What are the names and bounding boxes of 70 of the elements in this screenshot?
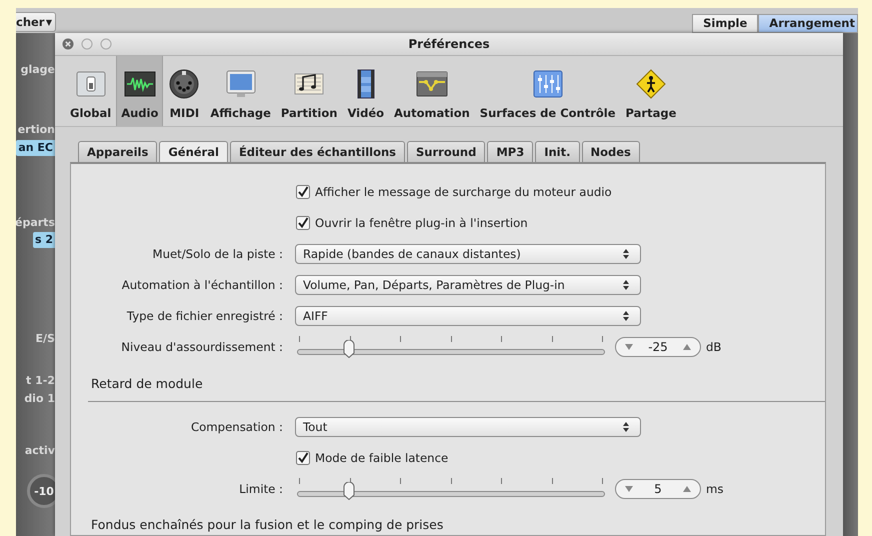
- strip-label: dio 1: [24, 392, 55, 406]
- popup-menu[interactable]: Rapide (bandes de canaux distantes): [295, 244, 641, 264]
- tab[interactable]: Init.: [535, 141, 580, 162]
- down-arrow-icon[interactable]: [625, 486, 633, 492]
- strip-label: activ: [24, 444, 55, 458]
- slider[interactable]: [297, 478, 605, 500]
- minimize-button[interactable]: [81, 38, 93, 50]
- tab[interactable]: MP3: [487, 141, 534, 162]
- walking-figure-icon: [634, 68, 667, 100]
- down-arrow-icon[interactable]: [625, 344, 633, 350]
- tab[interactable]: Éditeur des échantillons: [230, 141, 406, 162]
- up-arrow-icon[interactable]: [683, 486, 691, 492]
- strip-label: glage: [20, 63, 55, 77]
- monitor-icon: [224, 68, 257, 100]
- strip-button[interactable]: an EC: [16, 140, 55, 156]
- toolbar-item[interactable]: Surfaces de Contrôle: [474, 56, 621, 126]
- stepper-field[interactable]: -25: [615, 336, 701, 356]
- strip-label: t 1-2: [26, 374, 55, 388]
- mode-tab[interactable]: Simple: [692, 14, 758, 33]
- window-title: Préférences: [408, 37, 490, 51]
- popup-menu[interactable]: Tout: [295, 416, 641, 436]
- strip-label: E/S: [36, 332, 55, 346]
- field-label: Automation à l'échantillon :: [120, 278, 284, 292]
- checkmark-box-icon: [296, 450, 310, 464]
- tab[interactable]: Général: [159, 141, 228, 162]
- field-label: Type de fichier enregistré :: [126, 308, 284, 322]
- knob[interactable]: -10: [27, 474, 55, 508]
- up-down-arrows-icon: [622, 310, 630, 322]
- toolbar-item[interactable]: Affichage: [205, 56, 276, 126]
- checkbox[interactable]: Ouvrir la fenêtre plug-in à l'insertion: [289, 216, 528, 230]
- up-arrow-icon[interactable]: [683, 344, 691, 350]
- mixer-faders-icon: [532, 68, 564, 100]
- toolbar-item[interactable]: Audio: [116, 56, 164, 126]
- mode-tab[interactable]: Arrangement: [758, 14, 858, 33]
- up-down-arrows-icon: [622, 420, 630, 432]
- toolbar-item[interactable]: Automation: [389, 56, 475, 126]
- field-label: Muet/Solo de la piste :: [151, 246, 284, 260]
- connector-icon: [168, 68, 200, 100]
- toolbar-item[interactable]: Vidéo: [342, 56, 390, 126]
- tab[interactable]: Surround: [407, 141, 486, 162]
- tab[interactable]: Appareils: [78, 141, 158, 162]
- checkmark-box-icon: [296, 216, 310, 230]
- zoom-button[interactable]: [100, 38, 112, 50]
- close-button[interactable]: [62, 38, 74, 50]
- field-label: Limite :: [238, 482, 284, 496]
- checkbox[interactable]: Afficher le message de surcharge du moteur audio: [289, 184, 612, 198]
- popup-menu[interactable]: AIFF: [295, 306, 641, 326]
- unit-label: dB: [706, 340, 722, 354]
- slider-thumb[interactable]: [342, 482, 356, 500]
- up-down-arrows-icon: [622, 278, 630, 290]
- toolbar-item[interactable]: Partition: [276, 56, 342, 126]
- strip-label: ertion: [18, 123, 55, 137]
- up-down-arrows-icon: [622, 248, 630, 260]
- slider-thumb[interactable]: [342, 340, 356, 358]
- stepper-field[interactable]: 5: [615, 478, 701, 498]
- toolbar-item[interactable]: Global: [65, 56, 116, 126]
- view-menu[interactable]: cher▼: [16, 12, 56, 32]
- slider[interactable]: [297, 336, 605, 358]
- field-label: Compensation :: [190, 420, 284, 434]
- popup-menu[interactable]: Volume, Pan, Départs, Paramètres de Plug-in: [295, 274, 641, 294]
- tab[interactable]: Nodes: [582, 141, 640, 162]
- toolbar-item[interactable]: MIDI: [163, 56, 206, 126]
- section-heading: Retard de module: [90, 376, 203, 391]
- checkmark-box-icon: [296, 184, 310, 198]
- checkbox[interactable]: Mode de faible latence: [289, 450, 448, 464]
- section-heading: Fondus enchaînés pour la fusion et le comping de prises: [90, 517, 444, 532]
- field-label: Niveau d'assourdissement :: [120, 340, 284, 354]
- toolbar-item[interactable]: Partage: [620, 56, 682, 126]
- strip-button[interactable]: s 2: [32, 232, 55, 248]
- unit-label: ms: [706, 482, 724, 496]
